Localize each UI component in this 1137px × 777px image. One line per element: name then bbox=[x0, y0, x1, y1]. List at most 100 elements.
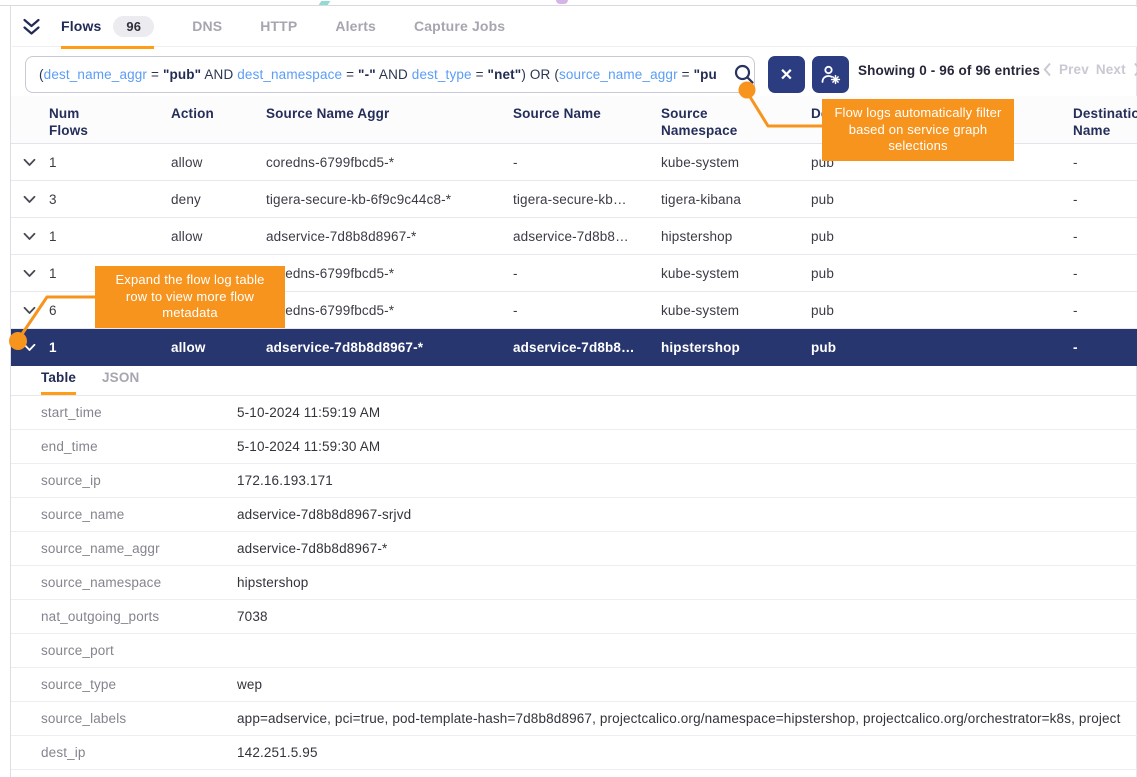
tab-http[interactable]: HTTP bbox=[260, 7, 297, 46]
chevron-left-icon[interactable] bbox=[1043, 62, 1052, 77]
detail-row-end_time: end_time5-10-2024 11:59:30 AM bbox=[11, 430, 1137, 464]
expand-chevron-icon[interactable] bbox=[19, 303, 49, 318]
cell-src_aggr: adservice-7d8b8d8967-* bbox=[266, 229, 513, 244]
cell-src_name: - bbox=[513, 155, 661, 170]
cell-dst_name: - bbox=[1073, 155, 1137, 170]
cell-dst_aggr: pub bbox=[811, 192, 1073, 207]
detail-key: source_name_aggr bbox=[41, 541, 237, 556]
cell-src_aggr: coredns-6799fbcd5-* bbox=[266, 303, 513, 318]
flow-row[interactable]: 1allowadservice-7d8b8d8967-*adservice-7d… bbox=[11, 218, 1137, 255]
cell-dst_aggr: pub bbox=[811, 340, 1073, 355]
cell-num: 1 bbox=[49, 155, 171, 170]
clipped-top-strip bbox=[0, 0, 1137, 6]
column-header-src_name[interactable]: Source Name bbox=[513, 105, 661, 122]
detail-value: app=adservice, pci=true, pod-template-ha… bbox=[237, 711, 1137, 726]
detail-row-source_ip: source_ip172.16.193.171 bbox=[11, 464, 1137, 498]
query-segment-value: "pub" bbox=[163, 67, 201, 82]
tab-capture-jobs[interactable]: Capture Jobs bbox=[414, 7, 505, 46]
detail-key: source_labels bbox=[41, 711, 237, 726]
query-segment-value: "pub" bbox=[694, 67, 716, 82]
search-icon[interactable] bbox=[733, 63, 755, 90]
detail-row-source_type: source_typewep bbox=[11, 668, 1137, 702]
detail-key: source_ip bbox=[41, 473, 237, 488]
column-header-src_aggr[interactable]: Source Name Aggr bbox=[266, 105, 513, 122]
clear-filter-button[interactable]: ✕ bbox=[768, 56, 805, 93]
flow-table-body: 1allowcoredns-6799fbcd5-*-kube-systempub… bbox=[11, 144, 1137, 366]
cell-src_ns: kube-system bbox=[661, 303, 811, 318]
double-chevron-down-icon[interactable] bbox=[22, 18, 41, 36]
cell-num: 1 bbox=[49, 340, 171, 355]
cell-action: deny bbox=[171, 192, 266, 207]
column-header-dst_name[interactable]: Destination Name bbox=[1073, 105, 1137, 139]
prev-button[interactable]: Prev bbox=[1059, 62, 1089, 77]
detail-row-source_port: source_port bbox=[11, 634, 1137, 668]
detail-tab-json[interactable]: JSON bbox=[102, 370, 139, 395]
flow-row-selected[interactable]: 1allowadservice-7d8b8d8967-*adservice-7d… bbox=[11, 329, 1137, 366]
cell-src_ns: kube-system bbox=[661, 155, 811, 170]
detail-value: 172.16.193.171 bbox=[237, 473, 1137, 488]
cell-dst_name: - bbox=[1073, 340, 1137, 355]
detail-value: 5-10-2024 11:59:30 AM bbox=[237, 439, 1137, 454]
query-segment-field: source_name_aggr bbox=[559, 67, 678, 82]
expand-chevron-icon[interactable] bbox=[19, 155, 49, 170]
query-segment-plain: ) OR ( bbox=[521, 67, 559, 82]
query-segment-plain: = bbox=[342, 67, 358, 82]
column-header-num[interactable]: Num Flows bbox=[49, 105, 101, 139]
detail-row-nat_outgoing_ports: nat_outgoing_ports7038 bbox=[11, 600, 1137, 634]
cell-dst_aggr: pub bbox=[811, 229, 1073, 244]
filter-query-text: (dest_name_aggr = "pub" AND dest_namespa… bbox=[39, 67, 716, 82]
detail-tab-table[interactable]: Table bbox=[41, 370, 76, 395]
callout-filter-tip: Flow logs automatically filter based on … bbox=[822, 99, 1014, 161]
detail-row-source_name_aggr: source_name_aggradservice-7d8b8d8967-* bbox=[11, 532, 1137, 566]
detail-value: wep bbox=[237, 677, 1137, 692]
detail-key: source_name bbox=[41, 507, 237, 522]
cell-src_name: tigera-secure-kb… bbox=[513, 192, 661, 207]
expand-chevron-icon[interactable] bbox=[19, 266, 49, 281]
query-segment-plain: = bbox=[678, 67, 694, 82]
detail-row-source_namespace: source_namespacehipstershop bbox=[11, 566, 1137, 600]
detail-key: end_time bbox=[41, 439, 237, 454]
cell-src_name: - bbox=[513, 303, 661, 318]
cell-src_ns: hipstershop bbox=[661, 340, 811, 355]
left-rail bbox=[0, 6, 11, 777]
detail-key: nat_outgoing_ports bbox=[41, 609, 237, 624]
cell-src_aggr: adservice-7d8b8d8967-* bbox=[266, 340, 513, 355]
detail-row-source_name: source_nameadservice-7d8b8d8967-srjvd bbox=[11, 498, 1137, 532]
column-header-src_ns[interactable]: Source Namespace bbox=[661, 105, 757, 139]
query-segment-plain: AND bbox=[376, 67, 412, 82]
cell-src_name: adservice-7d8b8… bbox=[513, 229, 661, 244]
column-header-action[interactable]: Action bbox=[171, 105, 266, 122]
cell-action: allow bbox=[171, 155, 266, 170]
cell-dst_aggr: pub bbox=[811, 266, 1073, 281]
cell-src_aggr: tigera-secure-kb-6f9c9c44c8-* bbox=[266, 192, 513, 207]
cell-action: allow bbox=[171, 340, 266, 355]
cell-src_aggr: coredns-6799fbcd5-* bbox=[266, 155, 513, 170]
expand-chevron-icon[interactable] bbox=[19, 192, 49, 207]
user-settings-button[interactable] bbox=[812, 56, 849, 93]
flow-row[interactable]: 3denytigera-secure-kb-6f9c9c44c8-*tigera… bbox=[11, 181, 1137, 218]
cell-dst_aggr: pub bbox=[811, 303, 1073, 318]
filter-query-input[interactable]: (dest_name_aggr = "pub" AND dest_namespa… bbox=[25, 56, 755, 93]
tab-flows[interactable]: Flows 96 bbox=[61, 5, 154, 49]
cell-src_ns: kube-system bbox=[661, 266, 811, 281]
tab-flows-label: Flows bbox=[61, 18, 101, 34]
query-segment-field: dest_type bbox=[412, 67, 472, 82]
query-segment-plain: = bbox=[472, 67, 488, 82]
expand-chevron-icon[interactable] bbox=[19, 229, 49, 244]
flow-detail-panel: Table JSON start_time5-10-2024 11:59:19 … bbox=[11, 366, 1137, 770]
user-gear-icon bbox=[820, 64, 841, 85]
callout-expand-tip: Expand the flow log table row to view mo… bbox=[95, 266, 285, 328]
detail-key: source_port bbox=[41, 643, 237, 658]
tab-alerts[interactable]: Alerts bbox=[335, 7, 376, 46]
chevron-right-icon[interactable] bbox=[1133, 62, 1137, 77]
next-button[interactable]: Next bbox=[1096, 62, 1126, 77]
cell-num: 3 bbox=[49, 192, 171, 207]
tab-dns[interactable]: DNS bbox=[192, 7, 222, 46]
detail-fields: start_time5-10-2024 11:59:19 AMend_time5… bbox=[11, 396, 1137, 770]
detail-key: start_time bbox=[41, 405, 237, 420]
cell-src_name: - bbox=[513, 266, 661, 281]
detail-key: dest_ip bbox=[41, 745, 237, 760]
query-segment-field: dest_namespace bbox=[237, 67, 342, 82]
detail-value: 142.251.5.95 bbox=[237, 745, 1137, 760]
expand-chevron-icon[interactable] bbox=[19, 340, 49, 355]
